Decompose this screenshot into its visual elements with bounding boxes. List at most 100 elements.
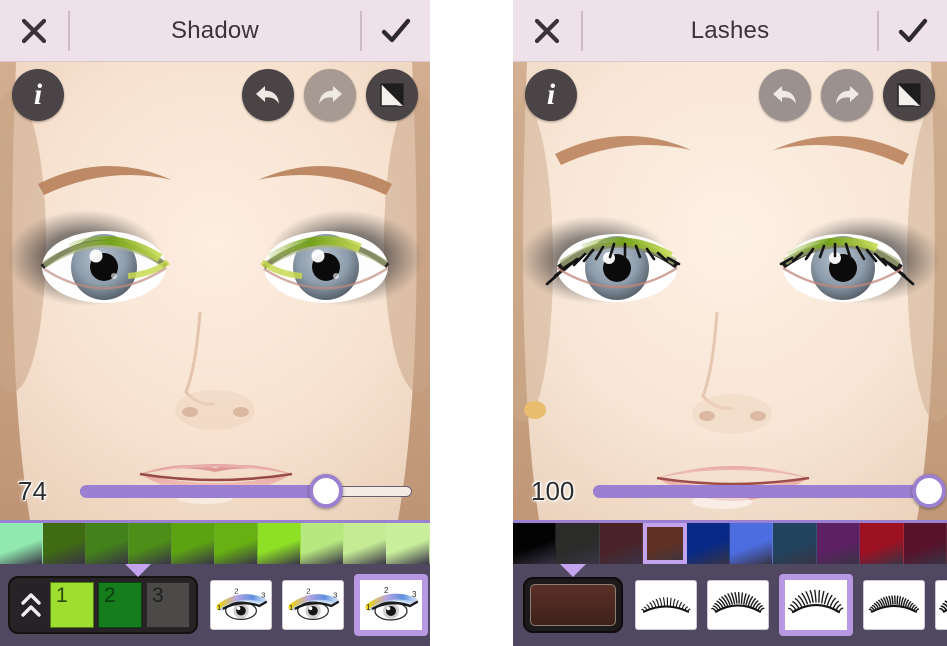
- dock-body-shadow: 1 2 3 1 2 3 1 2 3 1 2 3: [0, 564, 430, 646]
- slider-fill: [593, 484, 929, 498]
- slider-value-label-lashes: 100: [531, 475, 575, 506]
- selection-caret: [125, 564, 151, 577]
- info-icon: i: [546, 78, 556, 111]
- panel-lashes-editor: Lashes i 100: [513, 0, 947, 646]
- face-image-lashes: [513, 62, 947, 520]
- panel-shadow-editor: Shadow i 74 1 2 3 1 2 3 1 2 3 1 2 3: [0, 0, 430, 646]
- color-swatch-0[interactable]: [513, 523, 557, 564]
- svg-text:3: 3: [261, 590, 265, 599]
- layer-label-3: 3: [152, 584, 164, 607]
- layer-label-1: 1: [56, 584, 68, 607]
- svg-text:1: 1: [217, 603, 221, 612]
- color-swatch-8[interactable]: [860, 523, 904, 564]
- close-icon: [21, 18, 47, 43]
- compare-icon: [380, 83, 404, 107]
- slider-handle[interactable]: [912, 474, 946, 508]
- color-swatch-9[interactable]: [387, 523, 430, 564]
- layer-button-2[interactable]: 2: [98, 582, 142, 628]
- svg-text:2: 2: [306, 586, 310, 595]
- slider-track-wrap[interactable]: [80, 474, 412, 508]
- color-swatch-4[interactable]: [172, 523, 215, 564]
- color-swatch-strip-lashes[interactable]: [513, 520, 947, 564]
- info-icon: i: [33, 78, 43, 111]
- color-swatch-5[interactable]: [215, 523, 258, 564]
- svg-text:1: 1: [289, 603, 293, 612]
- svg-text:2: 2: [384, 586, 389, 595]
- selection-caret-lashes: [560, 564, 586, 577]
- redo-button[interactable]: [304, 69, 356, 121]
- close-button-lashes[interactable]: [513, 0, 581, 62]
- info-button-lashes[interactable]: i: [525, 69, 577, 121]
- redo-icon: [319, 86, 342, 104]
- color-swatch-strip[interactable]: [0, 520, 430, 564]
- header-bar-shadow: Shadow: [0, 0, 430, 62]
- current-color-swatch: [530, 584, 616, 626]
- redo-icon: [836, 86, 859, 104]
- undo-button-lashes[interactable]: [759, 69, 811, 121]
- bottom-dock-lashes: [513, 520, 947, 646]
- compare-button[interactable]: [366, 69, 418, 121]
- style-preset-list-lashes[interactable]: [623, 564, 947, 646]
- screenshot-root: Shadow i 74 1 2 3 1 2 3 1 2 3 1 2 3 Lash…: [0, 0, 947, 646]
- layer-button-3[interactable]: 3: [146, 582, 190, 628]
- compare-icon: [897, 83, 921, 107]
- compare-button-lashes[interactable]: [883, 69, 935, 121]
- check-icon: [381, 18, 411, 42]
- eyeshadow-style-thumb-1[interactable]: 1 2 3: [210, 580, 272, 630]
- lash-style-thumb-3[interactable]: [779, 574, 853, 636]
- color-swatch-2[interactable]: [86, 523, 129, 564]
- slider-track-wrap-lashes[interactable]: [593, 474, 946, 508]
- lash-style-thumb-4[interactable]: [863, 580, 925, 630]
- color-swatch-8[interactable]: [344, 523, 387, 564]
- svg-text:3: 3: [333, 590, 337, 599]
- close-button[interactable]: [0, 0, 68, 62]
- color-swatch-6[interactable]: [773, 523, 817, 564]
- lash-style-thumb-2[interactable]: [707, 580, 769, 630]
- color-swatch-6[interactable]: [258, 523, 301, 564]
- style-preset-list-shadow[interactable]: 1 2 3 1 2 3 1 2 3 1 2 3: [198, 564, 430, 646]
- photo-canvas-shadow[interactable]: [0, 62, 430, 520]
- page-title: Shadow: [171, 16, 259, 44]
- bottom-dock-shadow: 1 2 3 1 2 3 1 2 3 1 2 3: [0, 520, 430, 646]
- color-swatch-9[interactable]: [903, 523, 947, 564]
- color-swatch-0[interactable]: [0, 523, 43, 564]
- color-swatch-7[interactable]: [301, 523, 344, 564]
- confirm-button-lashes[interactable]: [879, 0, 947, 62]
- color-swatch-5[interactable]: [730, 523, 774, 564]
- color-swatch-1[interactable]: [43, 523, 86, 564]
- color-swatch-1[interactable]: [556, 523, 600, 564]
- face-image-shadow: [0, 62, 430, 520]
- svg-text:1: 1: [366, 603, 371, 612]
- photo-canvas-lashes[interactable]: [513, 62, 947, 520]
- chevron-up-double-icon: [21, 593, 41, 617]
- eyeshadow-style-thumb-2[interactable]: 1 2 3: [282, 580, 344, 630]
- undo-button[interactable]: [242, 69, 294, 121]
- dock-body-lashes: [513, 564, 947, 646]
- check-icon: [898, 18, 928, 42]
- close-icon: [534, 18, 560, 43]
- lash-style-thumb-1[interactable]: [635, 580, 697, 630]
- slider-handle[interactable]: [308, 474, 343, 508]
- color-swatch-2[interactable]: [599, 523, 644, 564]
- current-color-chip[interactable]: [523, 577, 623, 633]
- eyeshadow-style-thumb-3[interactable]: 1 2 3: [354, 574, 428, 636]
- undo-icon: [773, 86, 796, 104]
- page-title-lashes: Lashes: [690, 16, 770, 44]
- color-swatch-4[interactable]: [686, 523, 731, 564]
- color-swatch-3[interactable]: [643, 523, 687, 564]
- info-button[interactable]: i: [12, 69, 64, 121]
- svg-text:3: 3: [412, 590, 417, 599]
- color-swatch-3[interactable]: [129, 523, 172, 564]
- slider-value-label: 74: [18, 475, 47, 506]
- layer-button-1[interactable]: 1: [50, 582, 94, 628]
- color-swatch-7[interactable]: [816, 523, 861, 564]
- confirm-button[interactable]: [362, 0, 430, 62]
- redo-button-lashes[interactable]: [821, 69, 873, 121]
- svg-text:2: 2: [234, 586, 238, 595]
- header-bar-lashes: Lashes: [513, 0, 947, 62]
- lash-style-thumb-5[interactable]: [935, 580, 947, 630]
- slider-fill: [80, 484, 326, 498]
- collapse-button[interactable]: [16, 582, 46, 628]
- layer-group: 1 2 3: [8, 576, 198, 634]
- layer-label-2: 2: [104, 584, 116, 607]
